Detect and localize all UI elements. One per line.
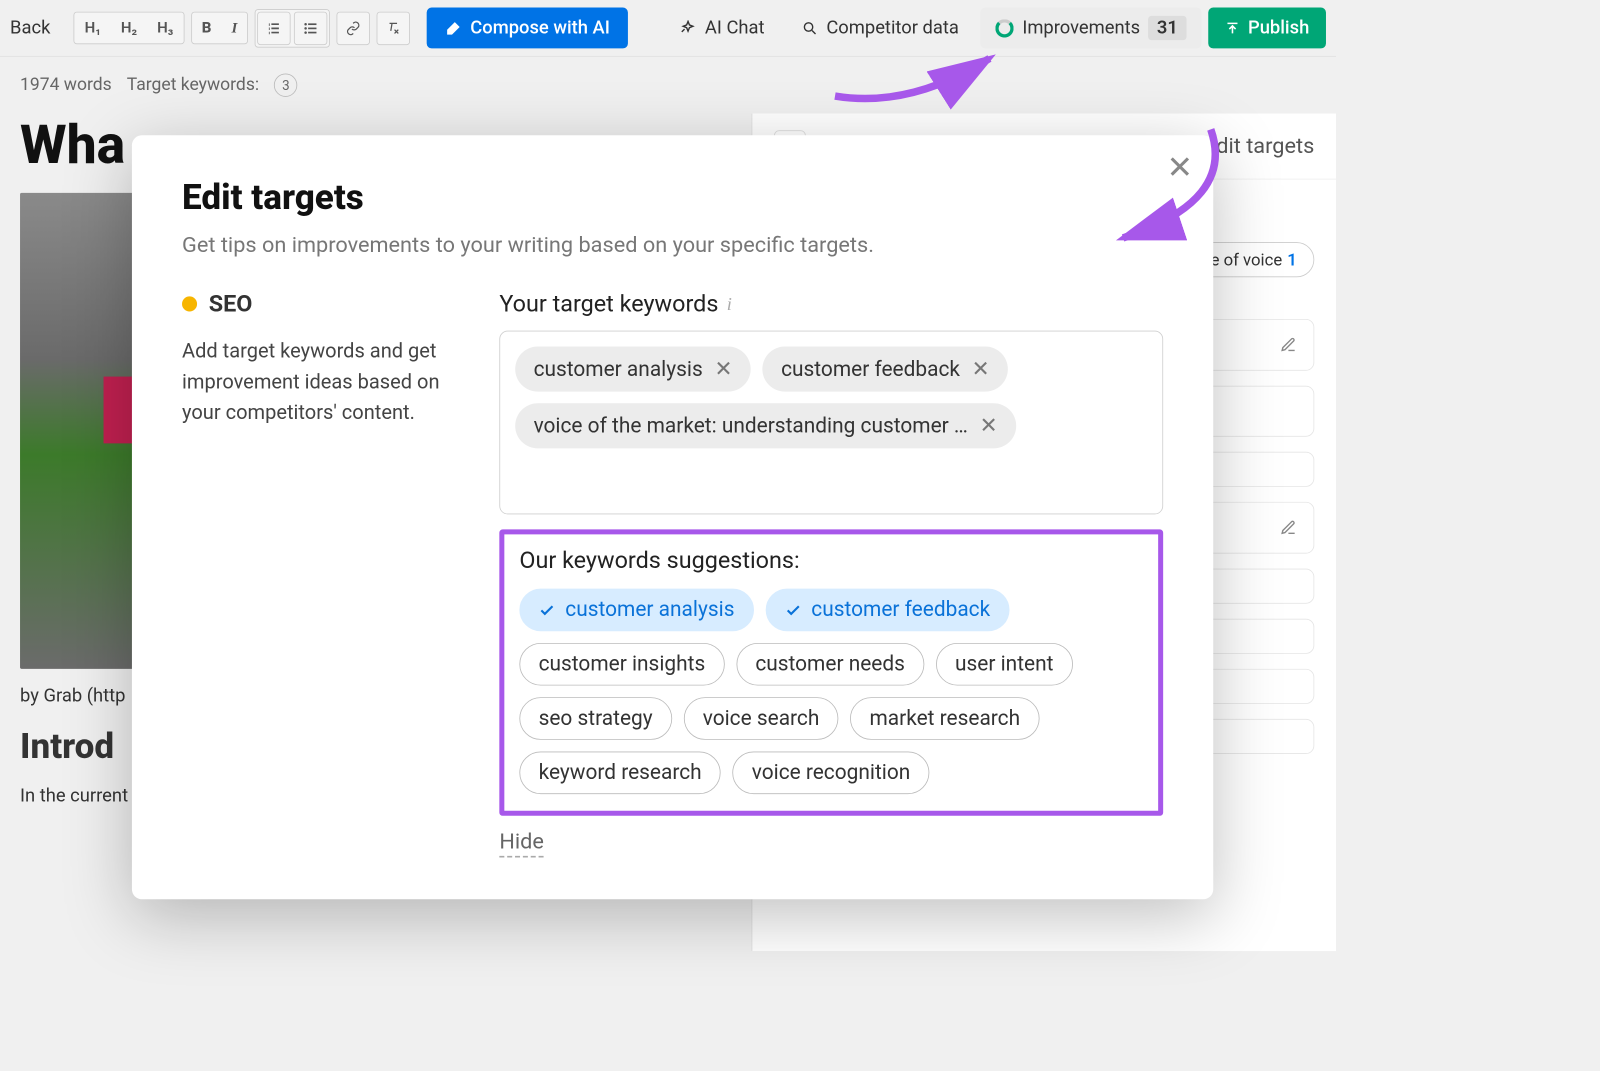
- h1-button[interactable]: H₁: [76, 14, 109, 42]
- back-link[interactable]: Back: [10, 18, 50, 39]
- progress-ring-icon: [996, 19, 1014, 37]
- ai-chat-button[interactable]: AI Chat: [665, 9, 780, 47]
- h2-button[interactable]: H₂: [113, 14, 146, 42]
- suggestion-chip[interactable]: seo strategy: [519, 697, 671, 740]
- tov-count: 1: [1287, 250, 1297, 270]
- suggestion-chip[interactable]: market research: [850, 697, 1039, 740]
- keyword-chip[interactable]: customer analysis ✕: [515, 347, 751, 392]
- modal-title: Edit targets: [182, 177, 1163, 218]
- ordered-list-icon[interactable]: [257, 11, 290, 44]
- suggestion-chip-label: customer needs: [755, 652, 905, 676]
- keyword-chip[interactable]: customer feedback ✕: [763, 347, 1009, 392]
- style-group: B I: [191, 12, 248, 45]
- suggestion-chip-label: keyword research: [539, 761, 702, 785]
- bold-button[interactable]: B: [193, 14, 219, 42]
- list-group: [255, 9, 330, 47]
- suggestion-chip-label: voice recognition: [752, 761, 911, 785]
- suggestion-chip-label: market research: [869, 706, 1020, 730]
- status-dot-icon: [182, 296, 197, 311]
- compose-ai-label: Compose with AI: [470, 18, 610, 39]
- clear-format-icon[interactable]: [377, 11, 410, 44]
- info-icon[interactable]: i: [727, 293, 732, 315]
- keyword-chip-label: customer feedback: [781, 357, 960, 381]
- suggestion-chip-label: customer analysis: [565, 598, 734, 622]
- suggestions-label: Our keywords suggestions:: [519, 546, 1143, 574]
- word-count: 1974 words: [20, 75, 112, 95]
- suggestion-chip-label: voice search: [703, 706, 820, 730]
- improvements-label: Improvements: [1022, 18, 1140, 39]
- suggestion-chip-label: seo strategy: [539, 706, 653, 730]
- meta-bar: 1974 words Target keywords: 3: [0, 57, 1336, 114]
- suggestion-chip[interactable]: voice recognition: [733, 752, 930, 795]
- tov-label: e of voice: [1211, 250, 1283, 270]
- improvements-button[interactable]: Improvements 31: [981, 8, 1202, 49]
- suggestion-chip-label: customer insights: [539, 652, 706, 676]
- check-icon: [785, 602, 802, 619]
- suggestion-chip[interactable]: keyword research: [519, 752, 720, 795]
- hide-link[interactable]: Hide: [499, 829, 544, 857]
- h3-button[interactable]: H₃: [149, 14, 182, 42]
- pencil-icon: [1280, 337, 1297, 354]
- seo-label: SEO: [209, 290, 253, 318]
- keyword-chip-label: voice of the market: understanding custo…: [534, 414, 968, 438]
- modal-subtitle: Get tips on improvements to your writing…: [182, 233, 1163, 258]
- competitor-label: Competitor data: [826, 18, 959, 39]
- suggestion-chip[interactable]: customer analysis: [519, 589, 753, 632]
- keyword-chip-label: customer analysis: [534, 357, 703, 381]
- suggestions-box: Our keywords suggestions: customer analy…: [499, 529, 1163, 815]
- seo-description: Add target keywords and get improvement …: [182, 336, 449, 429]
- suggestion-chip[interactable]: customer insights: [519, 643, 724, 686]
- close-icon[interactable]: ✕: [1167, 149, 1194, 187]
- keywords-field-label: Your target keywords i: [499, 290, 1163, 318]
- remove-keyword-icon[interactable]: ✕: [972, 357, 990, 382]
- remove-keyword-icon[interactable]: ✕: [980, 413, 998, 438]
- ai-chat-label: AI Chat: [705, 18, 765, 39]
- check-icon: [539, 602, 556, 619]
- keywords-input[interactable]: customer analysis ✕ customer feedback ✕ voic…: [499, 331, 1163, 515]
- pencil-icon: [1280, 519, 1297, 536]
- remove-keyword-icon[interactable]: ✕: [714, 357, 732, 382]
- improvements-count: 31: [1149, 16, 1187, 40]
- unordered-list-icon[interactable]: [294, 11, 327, 44]
- publish-button[interactable]: Publish: [1208, 8, 1326, 49]
- italic-button[interactable]: I: [223, 14, 246, 42]
- edit-targets-label: Edit targets: [1204, 134, 1314, 159]
- suggestion-chip[interactable]: customer feedback: [765, 589, 1009, 632]
- target-keywords-count[interactable]: 3: [274, 73, 297, 96]
- edit-targets-modal: ✕ Edit targets Get tips on improvements …: [132, 135, 1213, 899]
- seo-heading: SEO: [182, 290, 449, 318]
- suggestion-chip-label: customer feedback: [811, 598, 990, 622]
- keyword-chip[interactable]: voice of the market: understanding custo…: [515, 403, 1016, 448]
- suggestion-chip[interactable]: customer needs: [736, 643, 924, 686]
- main-toolbar: Back H₁ H₂ H₃ B I Compose with AI AI Cha…: [0, 0, 1336, 57]
- link-icon[interactable]: [337, 11, 370, 44]
- competitor-data-button[interactable]: Competitor data: [786, 9, 974, 47]
- suggestion-chip[interactable]: voice search: [684, 697, 839, 740]
- suggestion-chip[interactable]: user intent: [936, 643, 1073, 686]
- suggestion-chip-label: user intent: [955, 652, 1053, 676]
- publish-label: Publish: [1248, 18, 1309, 39]
- compose-ai-button[interactable]: Compose with AI: [427, 8, 628, 49]
- target-keywords-label: Target keywords:: [127, 75, 259, 95]
- heading-group: H₁ H₂ H₃: [74, 12, 184, 45]
